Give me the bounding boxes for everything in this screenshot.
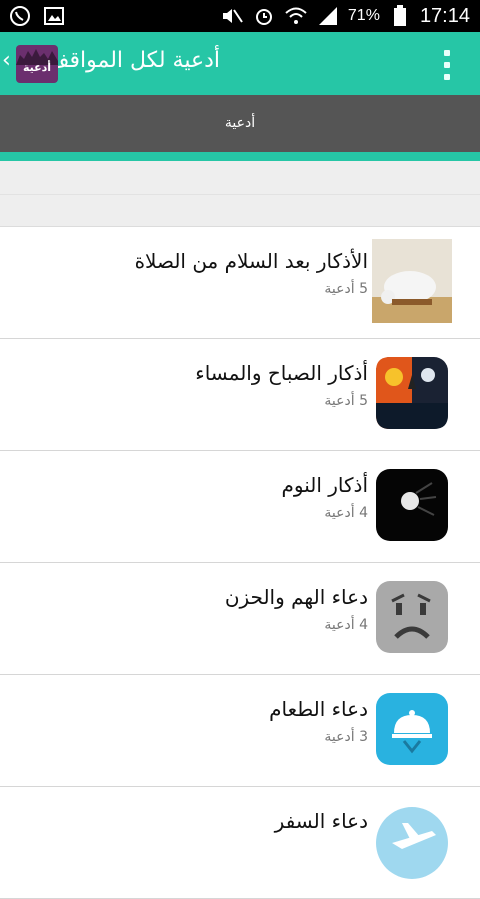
chevron-left-icon[interactable]: ‹ [2,48,11,73]
item-count: 3 أدعية [324,729,368,745]
item-title: دعاء السفر [274,809,368,833]
battery-percent: 71% [347,7,380,24]
item-count: 5 أدعية [324,281,368,297]
tab-indicator [0,152,480,161]
list-item[interactable]: دعاء الهم والحزن 4 أدعية [0,563,480,675]
wifi-icon [284,4,308,28]
item-title: الأذكار بعد السلام من الصلاة [134,249,368,273]
app-logo-text: أدعية [22,61,52,74]
list-item[interactable]: أذكار النوم 4 أدعية [0,451,480,563]
day-night-icon [372,351,452,435]
overflow-menu-icon[interactable] [444,50,450,80]
signal-icon [316,4,340,28]
status-bar: 71% 17:14 [0,0,480,32]
app-title: أدعية لكل المواقف [46,48,220,73]
app-logo[interactable]: أدعية [16,45,58,83]
dua-list: الأذكار بعد السلام من الصلاة 5 أدعية أذك… [0,227,480,899]
item-title: دعاء الهم والحزن [224,585,368,609]
list-item[interactable]: أذكار الصباح والمساء 5 أدعية [0,339,480,451]
tab-duas[interactable]: أدعية [0,115,480,131]
list-item[interactable]: دعاء السفر [0,787,480,899]
app-bar: ‹ أدعية لكل المواقف [0,32,480,95]
list-header-band [0,161,480,227]
prayer-image [372,239,452,323]
sad-face-icon [372,575,452,659]
whatsapp-icon [8,4,32,28]
list-item[interactable]: دعاء الطعام 3 أدعية [0,675,480,787]
item-title: أذكار الصباح والمساء [195,361,368,385]
battery-icon [388,4,412,28]
item-title: دعاء الطعام [269,697,368,721]
moon-night-icon [372,463,452,547]
list-item[interactable]: الأذكار بعد السلام من الصلاة 5 أدعية [0,227,480,339]
mute-icon [220,4,244,28]
tab-bar: أدعية [0,95,480,152]
item-count: 4 أدعية [324,617,368,633]
food-cloche-icon [372,687,452,771]
clock: 17:14 [419,4,470,27]
item-title: أذكار النوم [281,473,369,497]
gallery-icon [42,4,66,28]
item-count: 4 أدعية [324,505,368,521]
airplane-icon [372,799,452,883]
alarm-icon [252,4,276,28]
item-count: 5 أدعية [324,393,368,409]
